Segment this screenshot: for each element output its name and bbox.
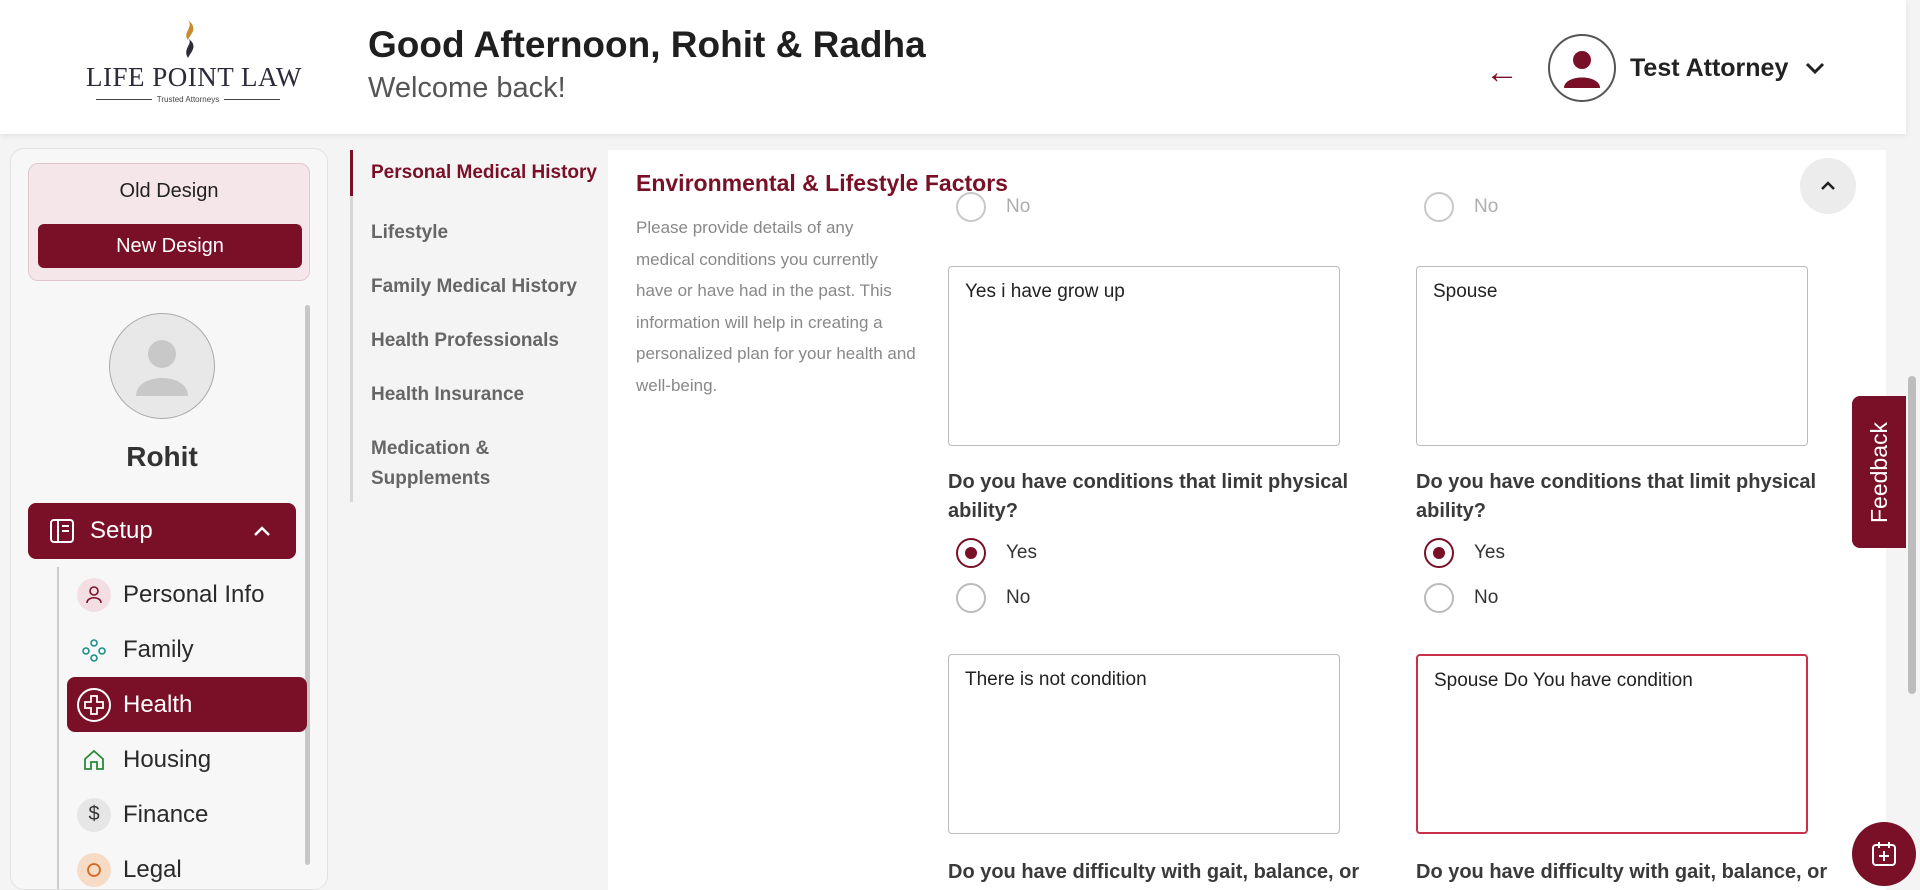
feedback-tab[interactable]: Feedback	[1852, 396, 1906, 548]
subsection-health-insurance[interactable]: Health Insurance	[350, 372, 608, 418]
sidebar-item-housing[interactable]: Housing	[59, 732, 307, 787]
option-no[interactable]: No	[1424, 583, 1498, 613]
option-label: Yes	[1006, 542, 1037, 563]
main-form-panel: Environmental & Lifestyle Factors Please…	[608, 150, 1886, 890]
subsection-medication-supplements[interactable]: Medication & Supplements	[350, 426, 608, 502]
radio-no-previous[interactable]	[956, 192, 986, 222]
greeting-title: Good Afternoon, Rohit & Radha	[368, 24, 926, 65]
sidebar-item-label: Health	[123, 690, 193, 718]
welcome-subtitle: Welcome back!	[368, 72, 566, 104]
company-logo[interactable]: LIFE POINT LAW Trusted Attorneys	[86, 18, 302, 110]
dollar-icon: $	[77, 797, 111, 832]
setup-label: Setup	[90, 517, 153, 544]
option-yes[interactable]: Yes	[956, 538, 1037, 568]
setup-section-toggle[interactable]: Setup	[28, 503, 296, 559]
option-label: Yes	[1474, 542, 1505, 563]
option-yes[interactable]: Yes	[1424, 538, 1505, 568]
question-gait-balance: Do you have difficulty with gait, balanc…	[948, 861, 1360, 883]
user-avatar	[1548, 34, 1616, 102]
subsection-family-medical-history[interactable]: Family Medical History	[350, 264, 608, 310]
section-title: Environmental & Lifestyle Factors	[636, 170, 1008, 196]
chevron-up-icon	[1821, 181, 1835, 190]
sidebar-item-label: Personal Info	[123, 580, 265, 608]
sidebar-item-label: Finance	[123, 800, 209, 828]
chevron-down-icon[interactable]	[1802, 55, 1828, 81]
calendar-plus-fab[interactable]	[1852, 822, 1916, 886]
spouse-question-limit-physical-ability: Do you have conditions that limit physic…	[1416, 471, 1817, 522]
feedback-label: Feedback	[1865, 421, 1892, 523]
sidebar: Old Design New Design Rohit Setup Person…	[10, 148, 328, 890]
radio-yes[interactable]	[956, 538, 986, 568]
health-cross-icon	[77, 687, 111, 722]
back-arrow-icon[interactable]: ←	[1484, 52, 1520, 92]
radio-no-previous[interactable]	[1424, 192, 1454, 222]
option-label: No	[1474, 587, 1499, 608]
sidebar-item-health[interactable]: Health	[67, 677, 307, 732]
spouse-question-gait-balance: Do you have difficulty with gait, balanc…	[1416, 861, 1828, 883]
old-design-button[interactable]: Old Design	[29, 180, 309, 203]
home-icon	[77, 743, 111, 777]
spouse-answer-textarea-1[interactable]: Spouse	[1416, 266, 1808, 446]
radio-no[interactable]	[956, 583, 986, 613]
answer-textarea-2[interactable]: There is not condition	[948, 654, 1340, 834]
health-subsection-nav: Personal Medical History Lifestyle Famil…	[350, 150, 608, 502]
user-menu[interactable]: Test Attorney	[1548, 34, 1828, 102]
person-icon	[77, 577, 111, 612]
profile-avatar	[109, 313, 215, 419]
sidebar-item-label: Housing	[123, 745, 212, 773]
option-label: No	[1006, 587, 1031, 608]
page-scrollbar[interactable]	[1908, 150, 1916, 890]
sidebar-item-family[interactable]: Family	[59, 622, 307, 677]
option-label: No	[1006, 196, 1031, 217]
radio-yes[interactable]	[1424, 538, 1454, 568]
chevron-up-icon	[254, 526, 270, 536]
scrollbar-thumb[interactable]	[1908, 376, 1916, 694]
sidebar-item-finance[interactable]: $ Finance	[59, 787, 307, 842]
design-toggle: Old Design New Design	[28, 163, 310, 281]
person-placeholder-icon	[136, 340, 188, 396]
logo-text: LIFE POINT LAW	[86, 62, 302, 92]
legal-icon	[77, 852, 111, 887]
spouse-answer-textarea-2[interactable]: Spouse Do You have condition	[1416, 654, 1808, 834]
family-icon	[77, 633, 111, 667]
sidebar-item-personal-info[interactable]: Personal Info	[59, 567, 307, 622]
profile-name: Rohit	[126, 441, 198, 472]
person-icon	[1564, 51, 1600, 88]
collapse-section-button[interactable]	[1800, 158, 1856, 214]
option-no[interactable]: No	[956, 583, 1030, 613]
radio-no[interactable]	[1424, 583, 1454, 613]
top-header: LIFE POINT LAW Trusted Attorneys Good Af…	[0, 0, 1906, 134]
option-label: No	[1474, 196, 1499, 217]
new-design-button[interactable]: New Design	[38, 224, 302, 268]
subsection-lifestyle[interactable]: Lifestyle	[350, 210, 608, 256]
sidebar-item-legal[interactable]: Legal	[59, 842, 307, 889]
sidebar-item-label: Legal	[123, 855, 182, 883]
question-limit-physical-ability: Do you have conditions that limit physic…	[948, 471, 1349, 522]
section-description: Please provide details of any medical co…	[636, 218, 916, 395]
user-name: Test Attorney	[1630, 53, 1789, 82]
subsection-health-professionals[interactable]: Health Professionals	[350, 318, 608, 364]
sidebar-item-label: Family	[123, 635, 194, 663]
answer-textarea-1[interactable]: Yes i have grow up	[948, 266, 1340, 446]
setup-book-icon	[50, 519, 74, 543]
setup-subnav: Personal Info Family Health Housing $ Fi…	[57, 567, 307, 889]
calendar-plus-icon	[1872, 842, 1896, 866]
logo-flame-icon	[186, 20, 194, 58]
logo-tagline: Trusted Attorneys	[156, 95, 220, 104]
subsection-personal-medical-history[interactable]: Personal Medical History	[350, 150, 608, 196]
